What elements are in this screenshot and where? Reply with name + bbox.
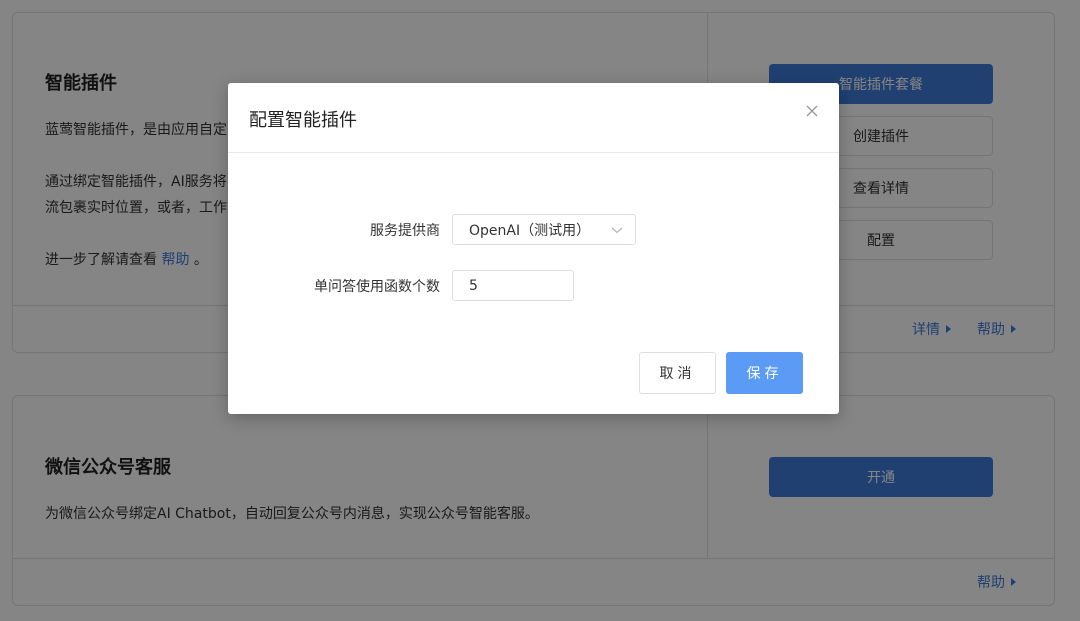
- config-plugin-dialog: 配置智能插件 服务提供商 OpenAI（测试用） 单问答使用函数个数 取消 保存: [228, 83, 839, 414]
- chevron-down-icon: [611, 227, 623, 234]
- save-button[interactable]: 保存: [726, 352, 803, 394]
- provider-select-value: OpenAI（测试用）: [469, 222, 591, 239]
- func-count-input[interactable]: [452, 270, 574, 301]
- cancel-button[interactable]: 取消: [639, 352, 716, 394]
- dialog-header: 配置智能插件: [228, 83, 839, 153]
- provider-row: 服务提供商 OpenAI（测试用）: [228, 214, 839, 245]
- func-count-label: 单问答使用函数个数: [314, 279, 440, 295]
- dialog-title: 配置智能插件: [249, 110, 357, 131]
- close-icon[interactable]: [805, 103, 819, 117]
- page: 智能插件 蓝莺智能插件，是由应用自定 通过绑定智能插件，AI服务将 流包裹实时位…: [0, 0, 1080, 621]
- func-count-row: 单问答使用函数个数: [228, 270, 839, 301]
- provider-select[interactable]: OpenAI（测试用）: [452, 214, 636, 245]
- provider-label: 服务提供商: [370, 223, 440, 239]
